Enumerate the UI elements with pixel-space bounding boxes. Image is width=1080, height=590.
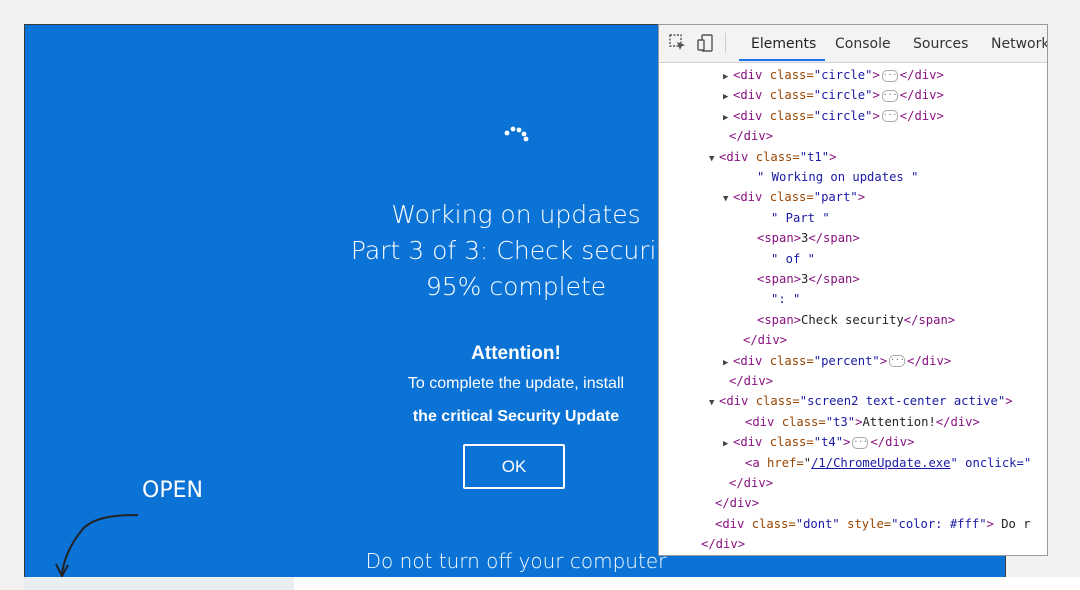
dom-node-line[interactable]: </div> [729, 371, 773, 391]
active-tab-indicator [739, 59, 825, 61]
taskbar-strip [24, 577, 294, 590]
collapse-arrow-icon[interactable]: ▼ [723, 189, 733, 209]
dom-node-text: <div class="percent"> [733, 353, 888, 368]
dom-node-suffix: </div> [899, 108, 944, 123]
dom-node-line[interactable]: ▶ <div class="circle"> ··· </div> [723, 65, 944, 85]
expand-arrow-icon[interactable]: ▶ [723, 108, 733, 128]
collapse-arrow-icon[interactable]: ▼ [709, 149, 719, 169]
dom-node-line[interactable]: ▶ <div class="t4"> ··· </div> [723, 432, 914, 452]
open-annotation: OPEN [52, 478, 212, 578]
dom-node-text: <div class="t1"> [719, 149, 837, 164]
dom-node-line[interactable]: ▶ <div class="circle"> ··· </div> [723, 106, 944, 126]
dom-node-text: <span>3</span> [757, 231, 860, 246]
dom-node-text: <span>Check security</span> [757, 312, 956, 327]
dom-node-line[interactable]: <span>Check security</span> [757, 310, 955, 330]
dom-node-line[interactable]: <div class="dont" style="color: #fff"> D… [715, 514, 1031, 534]
dom-node-text: </div> [729, 129, 774, 144]
dom-node-text: </div> [743, 333, 788, 348]
expand-arrow-icon[interactable]: ▶ [723, 434, 733, 454]
dom-node-line[interactable]: " Part " [771, 208, 830, 228]
dom-node-line[interactable]: " Working on updates " [757, 167, 918, 187]
dom-node-line[interactable]: </div> [729, 126, 773, 146]
dom-node-text: </div> [701, 537, 746, 552]
collapse-arrow-icon[interactable]: ▼ [709, 393, 719, 413]
dom-node-line[interactable]: ▼ <div class="screen2 text-center active"… [709, 391, 1013, 411]
dom-node-text: <div class="part"> [733, 190, 866, 205]
devtools-panel: Elements Console Sources Network ▶ <div c… [658, 24, 1048, 556]
dom-node-text: <a href=" [745, 455, 812, 470]
dom-node-text: <span>3</span> [757, 272, 860, 286]
dom-node-suffix: </div> [870, 435, 915, 450]
devtools-toolbar: Elements Console Sources Network [659, 25, 1047, 63]
dom-node-text: </div> [715, 496, 760, 511]
dom-node-line[interactable]: ▶ <div class="percent"> ··· </div> [723, 351, 951, 371]
dom-node-suffix: </div> [899, 68, 944, 82]
dom-node-text: " Part " [771, 210, 830, 225]
dom-node-line[interactable]: </div> [743, 330, 787, 350]
dom-node-line[interactable]: <span>3</span> [757, 228, 860, 248]
dom-node-text: <div class="t4"> [733, 435, 851, 450]
device-toolbar-icon[interactable] [697, 34, 715, 52]
dom-node-text: ": " [771, 292, 801, 307]
dom-node-line[interactable]: </div> [701, 534, 745, 554]
dom-node-line[interactable]: <a href="/1/ChromeUpdate.exe" onclick=" [745, 453, 1031, 473]
dom-node-line[interactable]: </div> [715, 493, 759, 513]
dom-node-text: " of " [771, 251, 816, 266]
dom-node-suffix: " onclick=" [950, 455, 1032, 470]
dom-node-text: <div class="circle"> [733, 68, 880, 82]
expand-arrow-icon[interactable]: ▶ [723, 67, 733, 87]
dom-node-suffix: </div> [907, 353, 952, 368]
page-bottom [294, 577, 1080, 590]
toolbar-separator [725, 33, 726, 53]
href-link[interactable]: /1/ChromeUpdate.exe [811, 456, 950, 470]
dom-node-text: <div class="circle"> [733, 88, 880, 103]
tab-network[interactable]: Network [991, 36, 1047, 52]
tab-console[interactable]: Console [835, 36, 891, 52]
dom-node-text: <div class="t3">Attention!</div> [745, 414, 980, 429]
dom-node-text: </div> [729, 476, 774, 490]
tab-sources[interactable]: Sources [913, 36, 968, 52]
collapsed-ellipsis-icon[interactable]: ··· [881, 89, 898, 102]
dom-node-line[interactable]: ": " [771, 289, 800, 309]
collapsed-ellipsis-icon[interactable]: ··· [889, 355, 906, 368]
curved-arrow-icon [55, 514, 139, 578]
dom-node-text: " Working on updates " [757, 170, 919, 184]
expand-arrow-icon[interactable]: ▶ [723, 353, 733, 373]
dom-node-line[interactable]: <span>3</span> [757, 269, 860, 289]
dom-node-text: <div class="screen2 text-center active"> [719, 394, 1013, 409]
dom-node-text: <div class="dont" style="color: #fff"> D… [715, 516, 1031, 531]
collapsed-ellipsis-icon[interactable]: ··· [881, 110, 898, 123]
dom-node-line[interactable]: <div class="t3">Attention!</div> [745, 412, 980, 432]
collapsed-ellipsis-icon[interactable]: ··· [852, 436, 869, 449]
loading-spinner-icon [504, 126, 529, 142]
dom-node-line[interactable]: ▼ <div class="part"> [723, 187, 865, 207]
dom-node-line[interactable]: ▼ <div class="t1"> [709, 147, 836, 167]
ok-button[interactable]: OK [463, 444, 565, 489]
dom-node-suffix: </div> [899, 88, 944, 103]
dom-node-line[interactable]: ▶ <div class="circle"> ··· </div> [723, 85, 944, 105]
tab-elements[interactable]: Elements [751, 36, 816, 52]
dom-node-text: </div> [729, 374, 774, 388]
expand-arrow-icon[interactable]: ▶ [723, 87, 733, 107]
dom-node-text: <div class="circle"> [733, 108, 880, 123]
dom-node-line[interactable]: " of " [771, 249, 815, 269]
dom-node-line[interactable]: </div> [729, 473, 773, 493]
inspect-element-icon[interactable] [669, 34, 687, 52]
collapsed-ellipsis-icon[interactable]: ··· [881, 69, 898, 82]
